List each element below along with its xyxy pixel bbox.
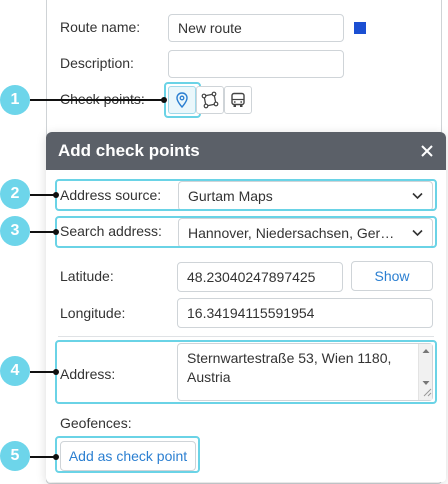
latitude-label: Latitude: bbox=[60, 268, 114, 284]
callout-dot-5 bbox=[53, 454, 59, 460]
route-polygon-button[interactable] bbox=[196, 86, 224, 114]
callout-1: 1 bbox=[0, 85, 30, 115]
dialog-title: Add check points bbox=[46, 132, 446, 170]
callout-5: 5 bbox=[0, 441, 30, 471]
divider bbox=[58, 336, 434, 337]
highlight-add-checkpoint-btn bbox=[55, 436, 200, 473]
longitude-input[interactable]: 16.34194115591954 bbox=[177, 298, 433, 328]
callout-dot-4 bbox=[53, 369, 59, 375]
highlight-address-source bbox=[55, 179, 437, 211]
geofences-label: Geofences: bbox=[60, 415, 132, 431]
callout-dot-1 bbox=[161, 97, 167, 103]
latitude-input[interactable]: 48.23040247897425 bbox=[177, 262, 343, 292]
close-icon bbox=[421, 145, 433, 157]
route-name-label: Route name: bbox=[60, 19, 141, 35]
highlight-search-address bbox=[55, 216, 437, 248]
route-name-input[interactable]: New route bbox=[168, 14, 344, 42]
bus-icon bbox=[231, 92, 245, 107]
unit-route-button[interactable] bbox=[224, 86, 252, 114]
callout-3: 3 bbox=[0, 216, 30, 246]
callout-4: 4 bbox=[0, 356, 30, 386]
add-checkpoints-dialog: Add check points Address source: Gurtam … bbox=[46, 132, 446, 482]
close-button[interactable] bbox=[416, 140, 438, 162]
callout-dot-2 bbox=[53, 192, 59, 198]
description-input[interactable] bbox=[168, 50, 344, 78]
route-polygon-icon bbox=[201, 91, 219, 109]
longitude-label: Longitude: bbox=[60, 305, 126, 321]
callout-leader-1 bbox=[30, 99, 164, 101]
route-color-swatch[interactable] bbox=[354, 22, 366, 34]
description-label: Description: bbox=[60, 55, 134, 71]
callout-2: 2 bbox=[0, 179, 30, 209]
callout-dot-3 bbox=[53, 229, 59, 235]
show-button[interactable]: Show bbox=[351, 261, 433, 291]
highlight-address bbox=[55, 340, 437, 404]
